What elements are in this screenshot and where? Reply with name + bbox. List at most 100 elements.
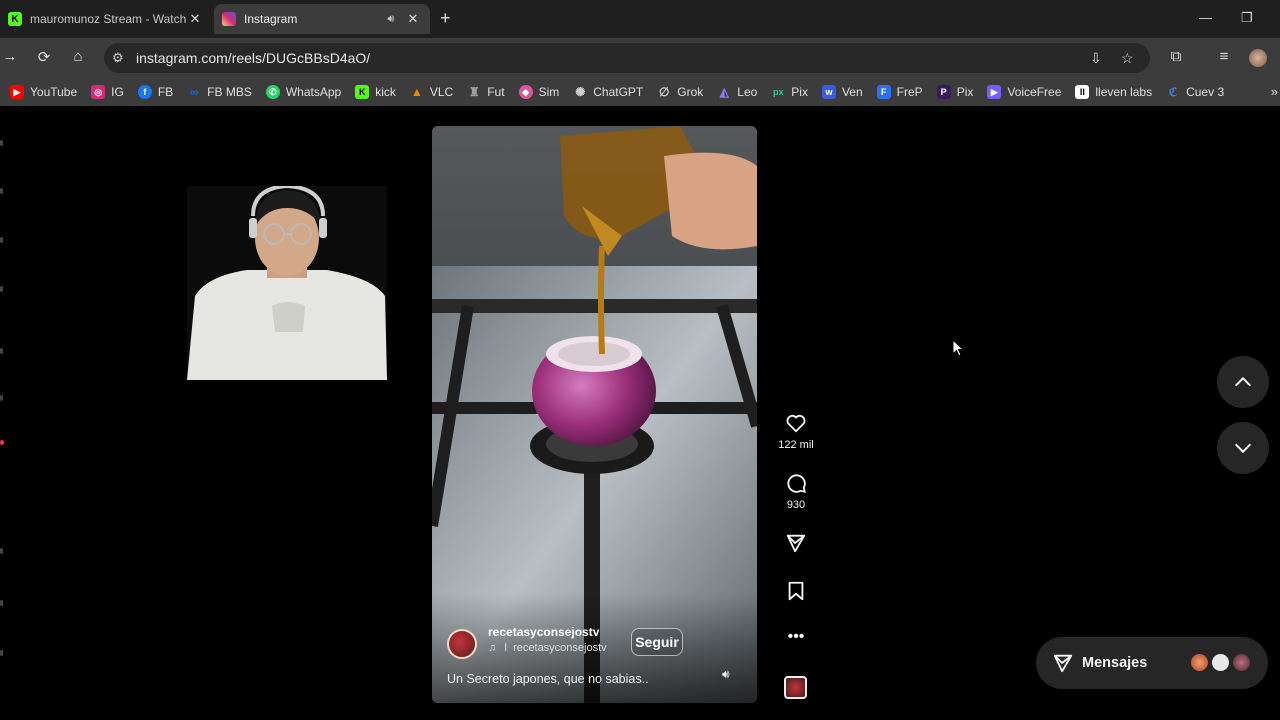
bookmark-ig[interactable]: ◎ IG (91, 85, 124, 99)
bookmark-label: Ven (841, 85, 863, 99)
bookmark-leo[interactable]: ◭ Leo (717, 85, 758, 99)
bookmark-chatgpt[interactable]: ✺ ChatGPT (573, 85, 643, 99)
bookmark-youtube[interactable]: ▶ YouTube (10, 85, 77, 99)
bookmark-label: YouTube (30, 85, 78, 99)
bookmark-kick[interactable]: Kkick (355, 85, 396, 99)
bookmark-label: FreP (896, 85, 923, 99)
fut-icon: ♜ (468, 85, 480, 99)
next-reel-button[interactable] (1217, 422, 1269, 474)
frep-icon: F (876, 85, 891, 99)
meta-icon: ∞ (189, 85, 199, 99)
bookmark-cuev[interactable]: ℭ Cuev 3 (1166, 85, 1224, 99)
pix-icon: px (773, 87, 784, 97)
previous-reel-button[interactable] (1217, 356, 1269, 408)
bookmark-pix[interactable]: px Pix (771, 85, 808, 99)
pix-dark-icon: P (936, 85, 951, 99)
like-count: 122 mil (778, 439, 814, 451)
volume-icon[interactable]: 🔊︎ (722, 667, 730, 682)
site-info-icon[interactable]: ⚙ (112, 50, 124, 66)
bookmark-label: Leo (737, 85, 758, 99)
bookmark-fb-mbs[interactable]: ∞ FB MBS (187, 85, 252, 99)
bookmark-whatsapp[interactable]: ✆ WhatsApp (265, 85, 342, 99)
bookmark-sim[interactable]: ◆ Sim (518, 85, 560, 99)
whatsapp-icon: ✆ (265, 85, 280, 99)
minimize-icon[interactable]: — (1199, 10, 1212, 25)
ven-icon: w (821, 85, 836, 99)
message-avatar (1189, 652, 1210, 673)
restore-icon[interactable]: ❐ (1241, 10, 1253, 26)
bookmark-fb[interactable]: f FB (137, 85, 173, 99)
heart-icon (786, 414, 806, 433)
comment-button[interactable]: 930 (776, 472, 816, 511)
address-bar[interactable]: ⚙ instagram.com/reels/DUGcBBsD4aO/ ⇩ ☆ (104, 43, 1150, 73)
media-control-icon[interactable]: ≡ (1214, 48, 1234, 65)
install-app-icon[interactable]: ⇩ (1090, 50, 1102, 67)
bookmarks-bar: ▶ YouTube ◎ IG f FB ∞ FB MBS ✆ WhatsApp Kkick… (0, 78, 1280, 106)
bookmark-ven[interactable]: w Ven (821, 85, 863, 99)
audio-track[interactable]: ♫ ǀ recetasyconsejostv (488, 642, 607, 654)
youtube-icon: ▶ (10, 85, 24, 99)
comment-icon (787, 474, 806, 493)
like-button[interactable]: 122 mil (776, 412, 816, 451)
bookmark-star-icon[interactable]: ☆ (1121, 50, 1134, 67)
leo-icon: ◭ (719, 85, 729, 99)
bookmark-label: ChatGPT (593, 85, 644, 99)
author-avatar[interactable] (447, 629, 477, 659)
bookmark-fut[interactable]: ♜ Fut (467, 85, 505, 99)
bookmark-grok[interactable]: ∅ Grok (657, 85, 703, 99)
messages-button[interactable]: Mensajes (1036, 637, 1268, 689)
reel-video[interactable]: recetasyconsejostv ♫ ǀ recetasyconsejost… (432, 126, 757, 703)
ellipsis-icon: ••• (787, 628, 805, 645)
tab-title: mauromunoz Stream - Watch Live on Kick (30, 12, 186, 26)
elevenlabs-icon: II (1075, 85, 1090, 99)
reload-icon[interactable]: ⟳ (34, 48, 54, 66)
chevron-down-icon (1234, 443, 1252, 454)
speaker-icon[interactable]: 🔊︎ (382, 13, 400, 26)
bookmark-voicefree[interactable]: ▶ VoiceFree (987, 85, 1061, 99)
tab-strip: K mauromunoz Stream - Watch Live on Kick… (0, 0, 1280, 38)
home-icon[interactable]: ⌂ (68, 48, 88, 65)
webcam-overlay (187, 186, 387, 380)
browser-toolbar: → ⟳ ⌂ ⚙ instagram.com/reels/DUGcBBsD4aO/… (0, 38, 1280, 78)
profile-avatar[interactable] (1249, 49, 1267, 67)
chatgpt-icon: ✺ (575, 85, 586, 99)
url-text: instagram.com/reels/DUGcBBsD4aO/ (136, 50, 371, 66)
bookmark-label: VoiceFree (1007, 85, 1062, 99)
bookmark-label: VLC (429, 85, 454, 99)
kick-icon: K (355, 85, 370, 99)
extensions-icon[interactable]: ⧉ (1166, 48, 1186, 65)
bookmark-vlc[interactable]: ▲ VLC (410, 85, 453, 99)
tab-kick-stream[interactable]: K mauromunoz Stream - Watch Live on Kick… (0, 4, 212, 34)
bookmark-label: Sim (538, 85, 560, 99)
music-note-icon: ♫ (488, 642, 497, 654)
share-button[interactable] (776, 532, 816, 559)
cuev-icon: ℭ (1168, 85, 1178, 99)
bookmark-elevenlabs[interactable]: II lleven labs (1075, 85, 1152, 99)
bookmark-label: lleven labs (1095, 85, 1153, 99)
bookmark-label: kick (375, 85, 396, 99)
close-tab-icon[interactable]: ✕ (404, 11, 422, 27)
messages-label: Mensajes (1082, 655, 1148, 671)
forward-icon[interactable]: → (0, 48, 20, 65)
reel-caption[interactable]: Un Secreto japones, que no sabias.. (447, 672, 649, 686)
bookmark-label: FB MBS (207, 85, 252, 99)
voicefree-icon: ▶ (987, 85, 1002, 99)
bookmark-label: Grok (677, 85, 704, 99)
message-avatar (1210, 652, 1231, 673)
mouse-cursor-icon (953, 340, 965, 357)
audio-thumbnail[interactable] (784, 676, 807, 699)
follow-button[interactable]: Seguir (631, 628, 683, 656)
save-button[interactable] (776, 580, 816, 607)
bookmark-label: WhatsApp (285, 85, 342, 99)
close-tab-icon[interactable]: ✕ (186, 11, 204, 27)
streamer-figure (187, 186, 387, 380)
send-icon (1052, 652, 1074, 674)
bookmark-frep[interactable]: F FreP (876, 85, 923, 99)
more-options-button[interactable]: ••• (776, 628, 816, 646)
tab-instagram[interactable]: Instagram 🔊︎ ✕ (214, 4, 430, 34)
bookmark-pix-2[interactable]: P Pix (936, 85, 973, 99)
new-tab-button[interactable]: + (440, 8, 451, 29)
more-bookmarks-icon[interactable]: » (1271, 84, 1278, 99)
author-username[interactable]: recetasyconsejostv (488, 625, 599, 639)
comment-count: 930 (786, 499, 806, 511)
